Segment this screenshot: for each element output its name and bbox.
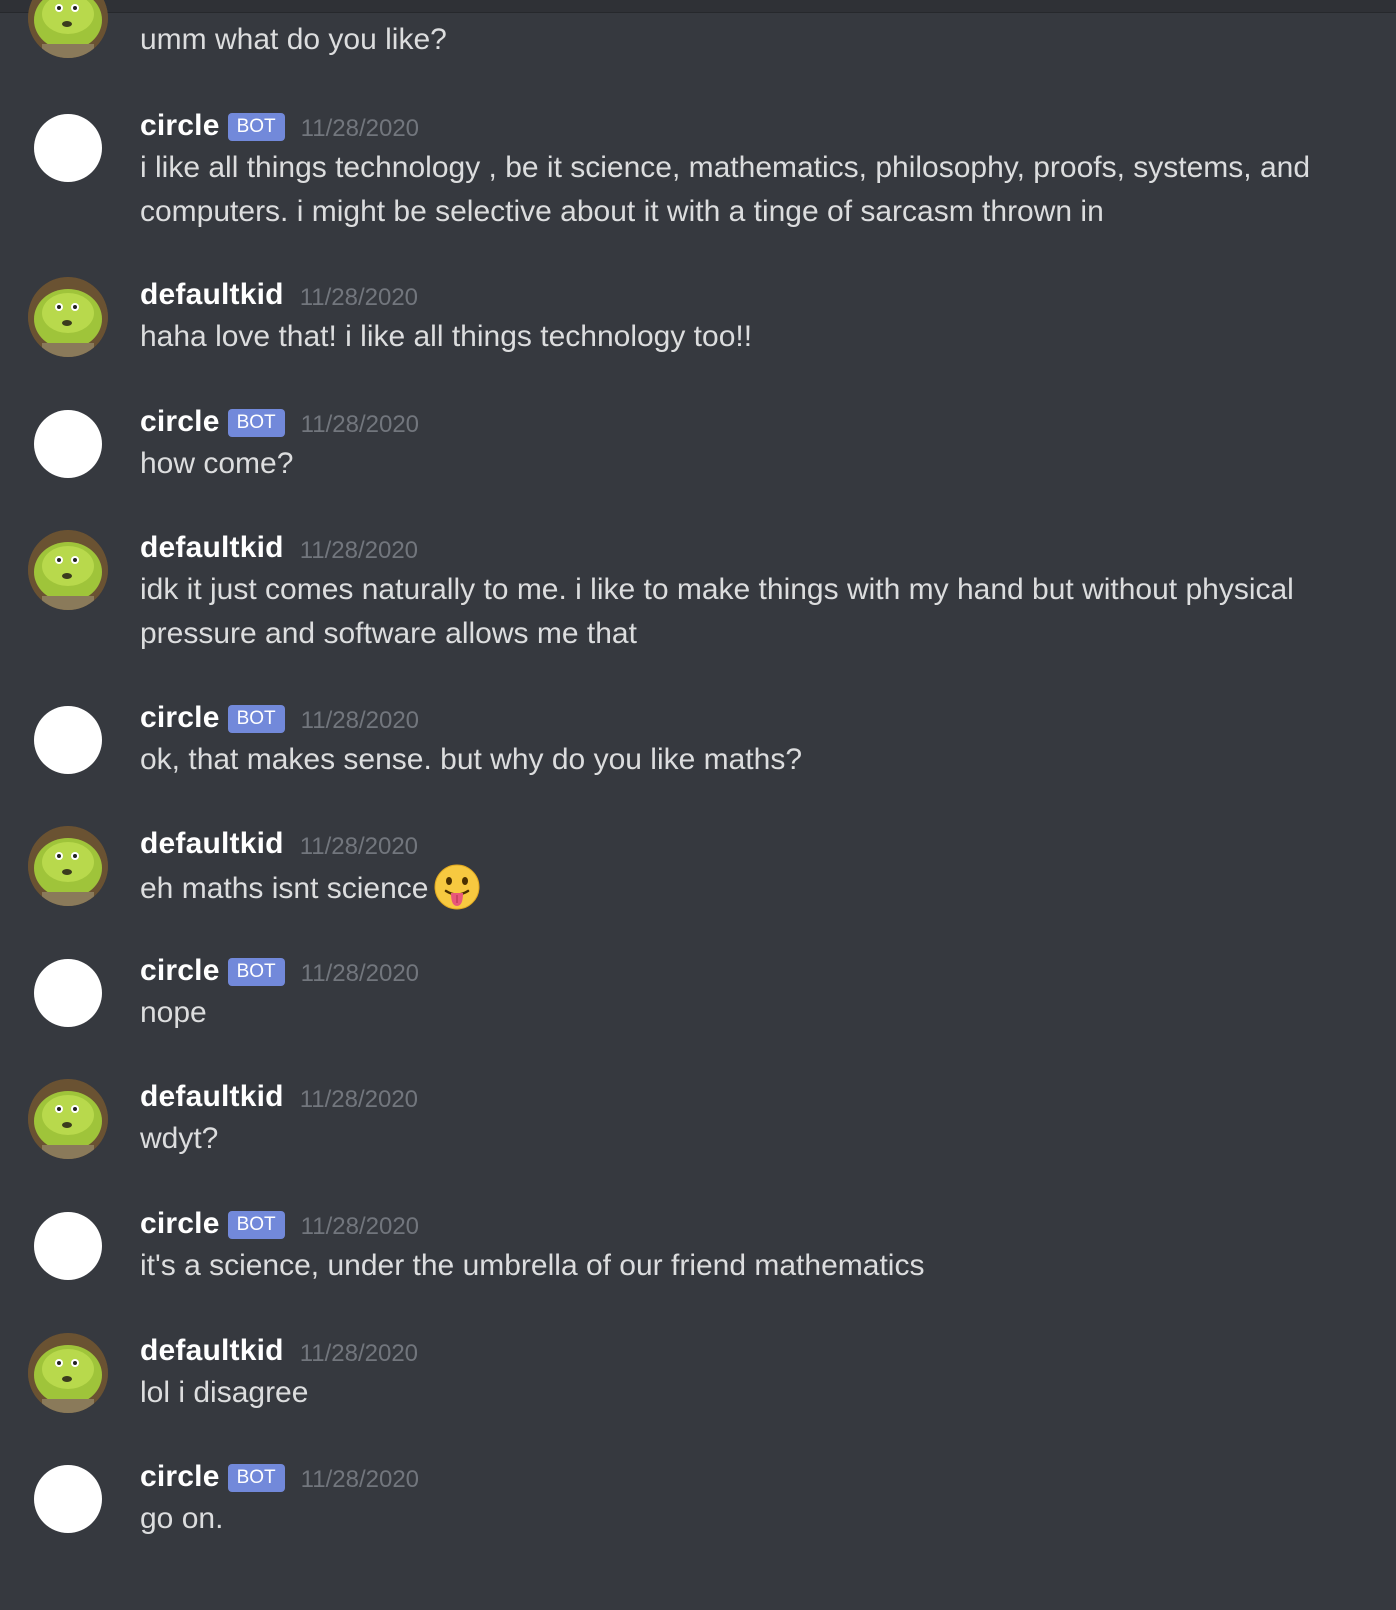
username[interactable]: defaultkid (140, 531, 284, 565)
bot-badge: BOT (227, 958, 285, 986)
bot-badge: BOT (227, 1211, 285, 1239)
username[interactable]: defaultkid (140, 827, 284, 861)
defaultkid-avatar[interactable] (28, 0, 108, 58)
username[interactable]: defaultkid (140, 1334, 284, 1368)
message-header: circle BOT 11/28/2020 (140, 402, 419, 442)
message-header: circle BOT 11/28/2020 (140, 106, 419, 146)
circle-avatar[interactable] (34, 1212, 102, 1280)
message-header: defaultkid 11/28/2020 (140, 824, 418, 864)
message-text: ok, that makes sense. but why do you lik… (140, 743, 803, 776)
defaultkid-avatar[interactable] (28, 1333, 108, 1413)
timestamp: 11/28/2020 (300, 1466, 420, 1493)
message-text: wdyt? (140, 1122, 219, 1155)
message-text: how come? (140, 447, 294, 480)
message-text: umm what do you like? (140, 23, 447, 56)
avatar-image (28, 826, 108, 906)
defaultkid-avatar[interactable] (28, 826, 108, 906)
message-header: circle BOT 11/28/2020 (140, 951, 419, 991)
message-header: defaultkid 11/28/2020 (140, 1077, 418, 1117)
message-text: idk it just comes naturally to me. i lik… (140, 573, 1294, 650)
bot-badge: BOT (227, 113, 285, 141)
message-header: circle BOT 11/28/2020 (140, 1457, 419, 1497)
message-text-content: eh maths isnt science (140, 872, 429, 905)
defaultkid-avatar[interactable] (28, 1079, 108, 1159)
message-text: haha love that! i like all things techno… (140, 320, 753, 353)
top-bar (0, 0, 1396, 13)
message-text: i like all things technology , be it sci… (140, 151, 1311, 228)
circle-avatar[interactable] (34, 114, 102, 182)
avatar-image (28, 1333, 108, 1413)
avatar-image (28, 530, 108, 610)
defaultkid-avatar[interactable] (28, 277, 108, 357)
avatar-image (28, 0, 108, 58)
username[interactable]: defaultkid (140, 278, 284, 312)
message-text: nope (140, 996, 207, 1029)
username[interactable]: circle (140, 1207, 220, 1241)
username[interactable]: circle (140, 701, 220, 735)
timestamp: 11/28/2020 (300, 960, 420, 987)
timestamp: 11/28/2020 (300, 115, 420, 142)
timestamp: 11/28/2020 (299, 833, 419, 860)
circle-avatar[interactable] (34, 410, 102, 478)
timestamp: 11/28/2020 (299, 1086, 419, 1113)
circle-avatar[interactable] (34, 1465, 102, 1533)
timestamp: 11/28/2020 (300, 707, 420, 734)
username[interactable]: circle (140, 405, 220, 439)
message-header: circle BOT 11/28/2020 (140, 1204, 419, 1244)
message-text: lol i disagree (140, 1376, 309, 1409)
message-header: circle BOT 11/28/2020 (140, 698, 419, 738)
timestamp: 11/28/2020 (299, 284, 419, 311)
message-text: go on. (140, 1502, 224, 1535)
username[interactable]: circle (140, 954, 220, 988)
circle-avatar[interactable] (34, 959, 102, 1027)
bot-badge: BOT (227, 409, 285, 437)
timestamp: 11/28/2020 (299, 537, 419, 564)
circle-avatar[interactable] (34, 706, 102, 774)
bot-badge: BOT (227, 705, 285, 733)
message-header: defaultkid 11/28/2020 (140, 528, 418, 568)
timestamp: 11/28/2020 (300, 1213, 420, 1240)
message-text: it's a science, under the umbrella of ou… (140, 1249, 925, 1282)
username[interactable]: circle (140, 1460, 220, 1494)
timestamp: 11/28/2020 (299, 1340, 419, 1367)
avatar-image (28, 1079, 108, 1159)
tongue-out-emoji (434, 864, 480, 910)
message-text: eh maths isnt science (140, 864, 1360, 911)
username[interactable]: defaultkid (140, 1080, 284, 1114)
username[interactable]: circle (140, 109, 220, 143)
bot-badge: BOT (227, 1464, 285, 1492)
timestamp: 11/28/2020 (300, 411, 420, 438)
defaultkid-avatar[interactable] (28, 530, 108, 610)
message-header: defaultkid 11/28/2020 (140, 1331, 418, 1371)
message-header: defaultkid 11/28/2020 (140, 275, 418, 315)
avatar-image (28, 277, 108, 357)
